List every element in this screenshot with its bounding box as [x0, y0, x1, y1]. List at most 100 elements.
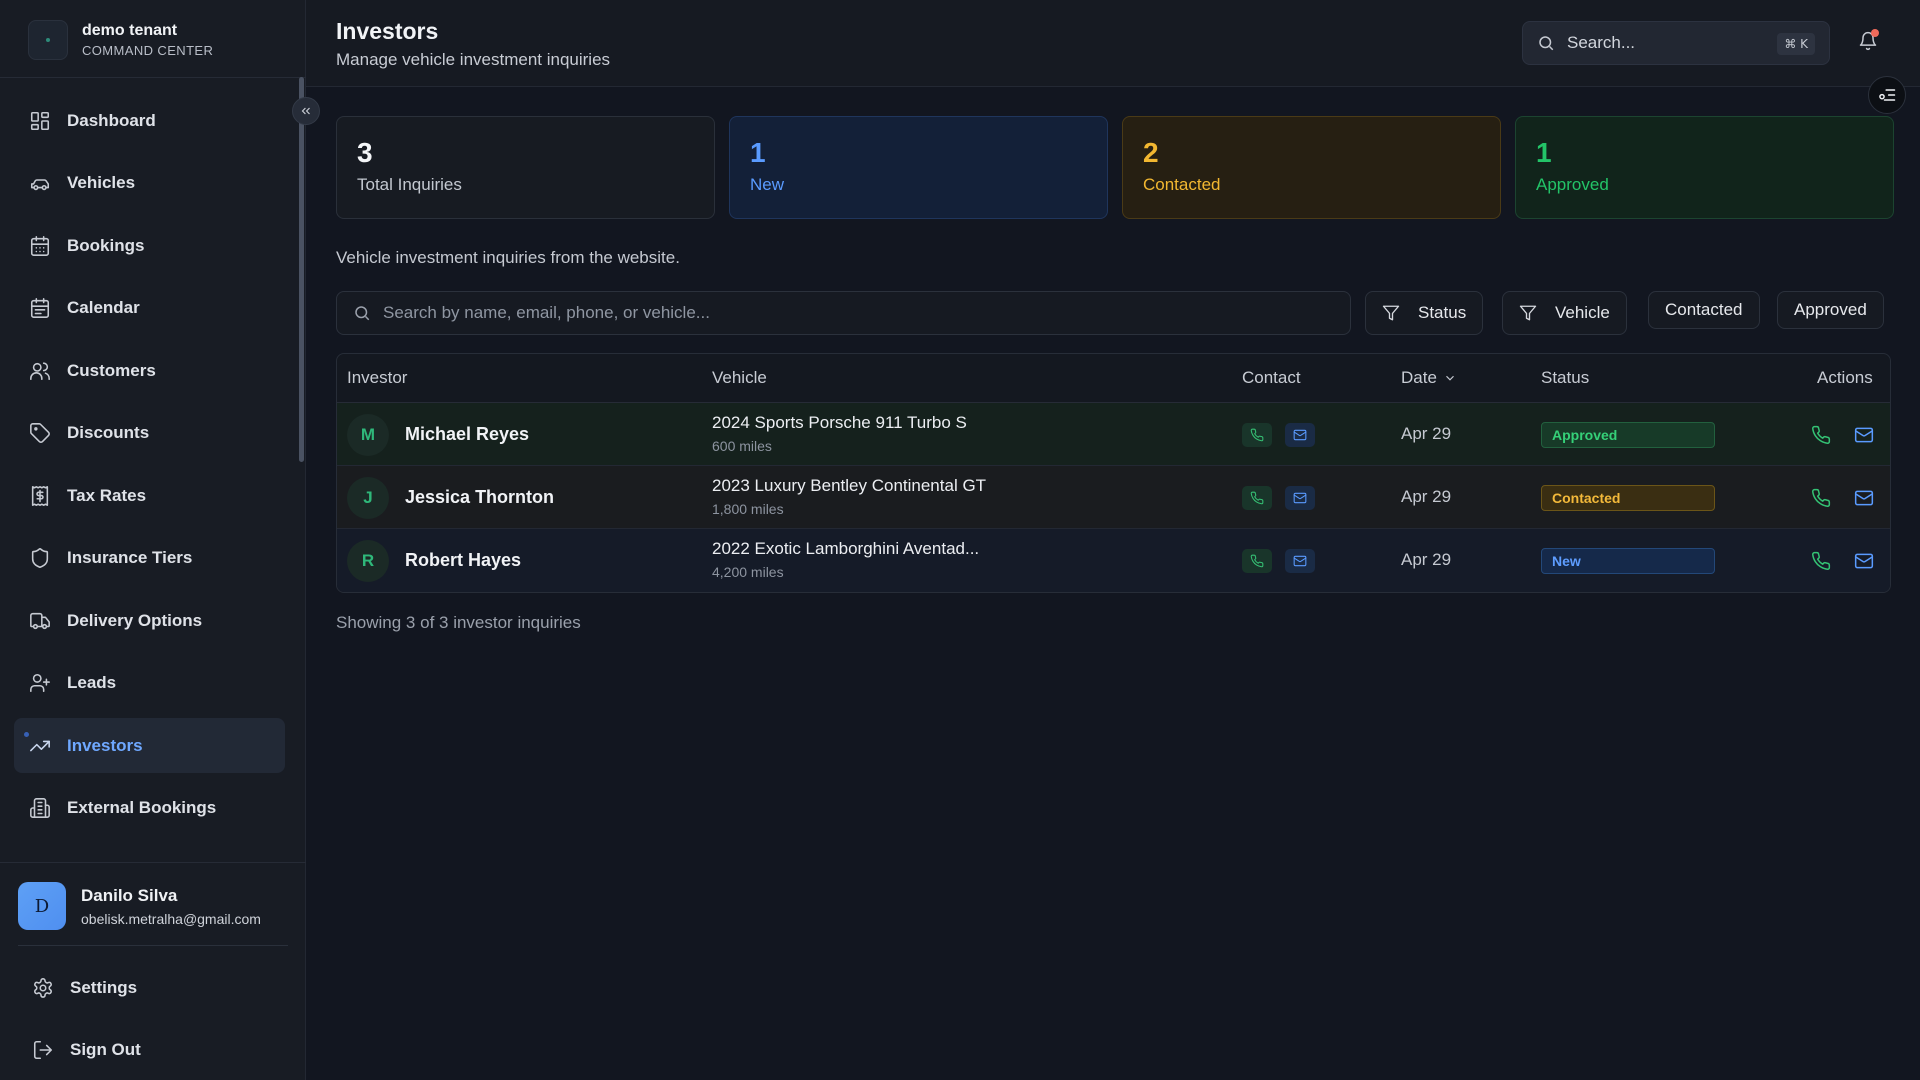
sidebar-item-label: Tax Rates [67, 485, 147, 505]
contact-phone-button[interactable] [1242, 423, 1272, 447]
phone-icon [1812, 425, 1831, 444]
section-description: Vehicle investment inquiries from the we… [336, 248, 680, 267]
search-icon [1539, 36, 1554, 51]
contact-phone-button[interactable] [1242, 549, 1272, 573]
divider [0, 862, 306, 863]
sidebar-item-dashboard[interactable]: Dashboard [14, 93, 285, 148]
contact-email-button[interactable] [1285, 549, 1315, 573]
log-out-icon [33, 1040, 53, 1060]
sidebar-item-delivery-options[interactable]: Delivery Options [14, 593, 285, 648]
sidebar-item-label: Customers [67, 360, 156, 380]
vehicle-name: 2022 Exotic Lamborghini Aventad... [712, 539, 980, 558]
sidebar-item-investors[interactable]: Investors [14, 718, 285, 773]
sidebar-item-label: Investors [67, 735, 143, 755]
sidebar-item-leads[interactable]: Leads [14, 656, 285, 711]
dashboard-icon [28, 109, 52, 133]
sidebar-item-label: Discounts [67, 423, 150, 442]
column-header-date[interactable]: Date [1401, 368, 1457, 388]
sidebar-item-label: Leads [67, 673, 117, 692]
column-header-date-label: Date [1401, 368, 1437, 387]
vehicle-filter-label: Vehicle [1555, 303, 1610, 322]
column-header-vehicle: Vehicle [712, 368, 767, 387]
investor-avatar: M [347, 414, 389, 456]
settings-label: Settings [70, 978, 138, 997]
vehicle-miles: 4,200 miles [712, 564, 784, 580]
column-header-investor: Investor [347, 368, 408, 387]
call-action-button[interactable] [1809, 486, 1833, 510]
phone-icon [1250, 491, 1264, 505]
stat-card-total: 3 Total Inquiries [336, 116, 715, 219]
column-header-contact: Contact [1242, 368, 1301, 387]
stat-label: Total Inquiries [357, 175, 462, 194]
contacted-filter-button[interactable]: Contacted [1648, 291, 1760, 329]
tag-icon [28, 421, 52, 445]
collapse-sidebar-button[interactable] [292, 97, 320, 125]
sidebar-item-vehicles[interactable]: Vehicles [14, 156, 285, 211]
status-badge: Contacted [1541, 485, 1715, 511]
user-profile[interactable]: D Danilo Silva obelisk.metralha@gmail.co… [18, 882, 261, 930]
approved-filter-label: Approved [1794, 300, 1867, 319]
status-filter-button[interactable]: Status [1365, 291, 1484, 335]
sidebar-item-label: Calendar [67, 298, 140, 317]
vehicle-miles: 1,800 miles [712, 501, 784, 517]
stat-label: Approved [1536, 175, 1609, 194]
sidebar-item-external-bookings[interactable]: External Bookings [14, 781, 285, 836]
stat-value: 3 [357, 137, 373, 168]
global-search[interactable]: Search... ⌘ K [1522, 21, 1830, 65]
call-action-button[interactable] [1809, 549, 1833, 573]
contact-email-button[interactable] [1285, 423, 1315, 447]
email-action-button[interactable] [1852, 549, 1876, 573]
phone-icon [1812, 551, 1831, 570]
chevrons-left-icon [301, 107, 310, 115]
sidebar-item-tax-rates[interactable]: Tax Rates [14, 468, 285, 523]
sidebar-item-label: Insurance Tiers [67, 548, 193, 567]
settings-button[interactable]: Settings [32, 973, 137, 1003]
vehicle-name: 2024 Sports Porsche 911 Turbo S [712, 413, 967, 432]
call-action-button[interactable] [1809, 423, 1833, 447]
car-icon [28, 171, 52, 195]
panel-toggle-button[interactable] [1868, 76, 1906, 114]
mail-icon [1293, 492, 1307, 504]
calendar-icon [28, 296, 52, 320]
sidebar: demo tenant COMMAND CENTER Dashboard Veh… [0, 0, 306, 1080]
shield-icon [28, 546, 52, 570]
notifications-button[interactable] [1858, 29, 1882, 55]
sign-out-button[interactable]: Sign Out [32, 1035, 141, 1065]
brand[interactable]: demo tenant COMMAND CENTER [28, 20, 213, 60]
gear-icon [34, 978, 52, 998]
table-header: Investor Vehicle Contact Date Status Act… [337, 354, 1890, 403]
email-action-button[interactable] [1852, 423, 1876, 447]
list-settings-icon [1879, 89, 1896, 101]
sidebar-item-insurance-tiers[interactable]: Insurance Tiers [14, 531, 285, 586]
page-subtitle: Manage vehicle investment inquiries [336, 50, 611, 69]
mail-icon [1854, 427, 1874, 443]
status-filter-label: Status [1418, 303, 1467, 322]
approved-filter-button[interactable]: Approved [1777, 291, 1884, 329]
mail-icon [1293, 429, 1307, 441]
email-action-button[interactable] [1852, 486, 1876, 510]
receipt-dollar-icon [28, 484, 52, 508]
sidebar-item-discounts[interactable]: Discounts [14, 406, 285, 461]
investor-name: Robert Hayes [405, 550, 522, 570]
stat-value: 1 [750, 137, 766, 168]
stat-label: Contacted [1143, 175, 1221, 194]
inquiry-date: Apr 29 [1401, 550, 1452, 569]
contact-email-button[interactable] [1285, 486, 1315, 510]
table-row[interactable]: M Michael Reyes 2024 Sports Porsche 911 … [337, 403, 1890, 466]
investor-name: Jessica Thornton [405, 487, 555, 507]
phone-icon [1250, 428, 1264, 442]
sidebar-item-customers[interactable]: Customers [14, 343, 285, 398]
table-row[interactable]: J Jessica Thornton 2023 Luxury Bentley C… [337, 466, 1890, 529]
sidebar-scrollbar[interactable] [299, 77, 304, 462]
sidebar-item-bookings[interactable]: Bookings [14, 218, 285, 273]
brand-logo-icon [28, 20, 68, 60]
keyboard-shortcut: ⌘ K [1777, 33, 1815, 55]
inquiry-search-input[interactable] [383, 303, 1323, 323]
vehicle-filter-button[interactable]: Vehicle [1502, 291, 1627, 335]
contact-phone-button[interactable] [1242, 486, 1272, 510]
table-row[interactable]: R Robert Hayes 2022 Exotic Lamborghini A… [337, 529, 1890, 592]
inquiry-date: Apr 29 [1401, 424, 1452, 443]
sidebar-item-calendar[interactable]: Calendar [14, 281, 285, 336]
phone-icon [1250, 554, 1264, 568]
brand-title: demo tenant [82, 22, 178, 39]
